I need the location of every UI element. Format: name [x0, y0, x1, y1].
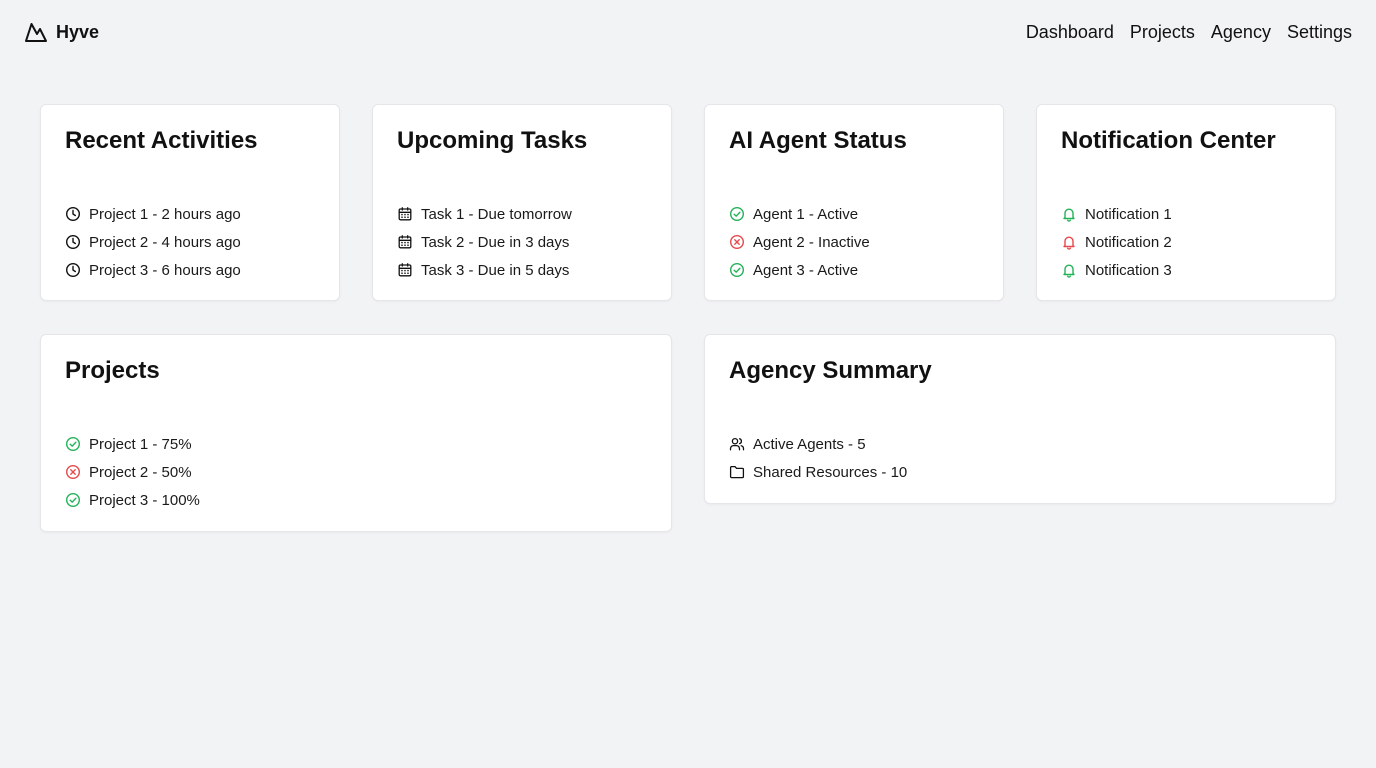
x-circle-icon: [729, 234, 745, 250]
project-list: Project 1 - 75% Project 2 - 50% Project …: [65, 430, 200, 514]
list-item: Active Agents - 5: [729, 430, 907, 458]
item-label: Notification 3: [1085, 261, 1172, 279]
clock-icon: [65, 234, 81, 250]
list-item: Agent 3 - Active: [729, 256, 870, 284]
item-label: Active Agents - 5: [753, 435, 866, 453]
brand-logo[interactable]: Hyve: [24, 20, 99, 44]
app-name: Hyve: [56, 21, 100, 42]
list-item[interactable]: Project 2 - 50%: [65, 458, 200, 486]
x-circle-icon: [65, 464, 81, 480]
list-item: Project 1 - 2 hours ago: [65, 200, 241, 228]
projects-card: Projects Project 1 - 75% Project 2 - 50%…: [40, 334, 672, 532]
bell-icon: [1061, 262, 1077, 278]
item-label: Notification 1: [1085, 205, 1172, 223]
list-item: Agent 1 - Active: [729, 200, 870, 228]
check-circle-icon: [65, 492, 81, 508]
item-label: Project 2 - 4 hours ago: [89, 233, 241, 251]
list-item: Shared Resources - 10: [729, 458, 907, 486]
list-item: Task 3 - Due in 5 days: [397, 256, 572, 284]
item-label: Project 1 - 75%: [89, 435, 192, 453]
item-label: Project 3 - 100%: [89, 491, 200, 509]
top-header: Hyve Dashboard Projects Agency Settings: [0, 0, 1376, 64]
card-title: Agency Summary: [729, 357, 932, 384]
folder-icon: [729, 464, 745, 480]
recent-activities-card: Recent Activities Project 1 - 2 hours ag…: [40, 104, 340, 301]
list-item[interactable]: Notification 1: [1061, 200, 1172, 228]
check-circle-icon: [729, 262, 745, 278]
item-label: Project 3 - 6 hours ago: [89, 261, 241, 279]
nav-settings[interactable]: Settings: [1287, 20, 1352, 44]
card-title: Recent Activities: [65, 127, 258, 154]
list-item[interactable]: Project 3 - 100%: [65, 486, 200, 514]
item-label: Agent 2 - Inactive: [753, 233, 870, 251]
notification-list: Notification 1 Notification 2 Notificati…: [1061, 200, 1172, 284]
bell-icon: [1061, 206, 1077, 222]
calendar-icon: [397, 234, 413, 250]
nav-projects[interactable]: Projects: [1130, 20, 1195, 44]
card-title: Projects: [65, 357, 160, 384]
agent-status-card: AI Agent Status Agent 1 - Active Agent 2…: [704, 104, 1004, 301]
check-circle-icon: [729, 206, 745, 222]
clock-icon: [65, 262, 81, 278]
item-label: Agent 1 - Active: [753, 205, 859, 223]
users-icon: [729, 436, 745, 452]
task-list: Task 1 - Due tomorrow Task 2 - Due in 3 …: [397, 200, 572, 284]
list-item[interactable]: Notification 2: [1061, 228, 1172, 256]
list-item: Task 2 - Due in 3 days: [397, 228, 572, 256]
list-item: Agent 2 - Inactive: [729, 228, 870, 256]
item-label: Task 1 - Due tomorrow: [421, 205, 572, 223]
clock-icon: [65, 206, 81, 222]
item-label: Agent 3 - Active: [753, 261, 859, 279]
agency-list: Active Agents - 5 Shared Resources - 10: [729, 430, 907, 486]
main-nav: Dashboard Projects Agency Settings: [1026, 20, 1352, 44]
check-circle-icon: [65, 436, 81, 452]
activity-list: Project 1 - 2 hours ago Project 2 - 4 ho…: [65, 200, 241, 284]
calendar-icon: [397, 206, 413, 222]
list-item: Task 1 - Due tomorrow: [397, 200, 572, 228]
nav-dashboard[interactable]: Dashboard: [1026, 20, 1114, 44]
card-title: Notification Center: [1061, 127, 1276, 154]
item-label: Notification 2: [1085, 233, 1172, 251]
nav-agency[interactable]: Agency: [1211, 20, 1271, 44]
list-item: Project 2 - 4 hours ago: [65, 228, 241, 256]
agency-summary-card: Agency Summary Active Agents - 5 Shared …: [704, 334, 1336, 504]
item-label: Task 3 - Due in 5 days: [421, 261, 570, 279]
card-title: AI Agent Status: [729, 127, 907, 154]
calendar-icon: [397, 262, 413, 278]
mountain-logo-icon: [24, 20, 48, 44]
item-label: Project 1 - 2 hours ago: [89, 205, 241, 223]
card-title: Upcoming Tasks: [397, 127, 588, 154]
list-item[interactable]: Project 1 - 75%: [65, 430, 200, 458]
item-label: Task 2 - Due in 3 days: [421, 233, 570, 251]
item-label: Project 2 - 50%: [89, 463, 192, 481]
notification-center-card: Notification Center Notification 1 Notif…: [1036, 104, 1336, 301]
list-item[interactable]: Notification 3: [1061, 256, 1172, 284]
agent-list: Agent 1 - Active Agent 2 - Inactive Agen…: [729, 200, 870, 284]
list-item: Project 3 - 6 hours ago: [65, 256, 241, 284]
item-label: Shared Resources - 10: [753, 463, 908, 481]
upcoming-tasks-card: Upcoming Tasks Task 1 - Due tomorrow Tas…: [372, 104, 672, 301]
bell-icon: [1061, 234, 1077, 250]
